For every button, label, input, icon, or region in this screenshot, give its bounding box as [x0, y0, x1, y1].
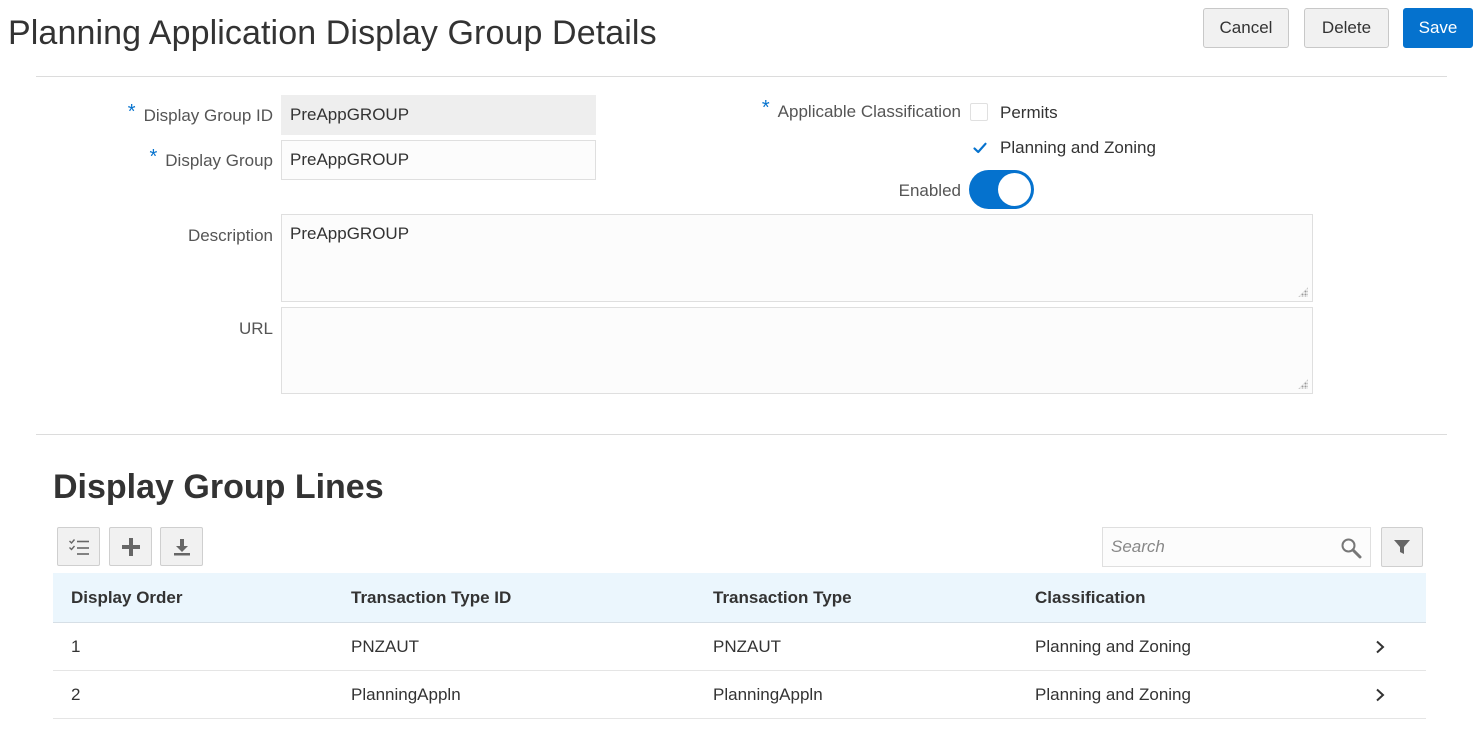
cell-classification: Planning and Zoning: [1035, 685, 1191, 704]
table-row[interactable]: 1 PNZAUT PNZAUT Planning and Zoning: [53, 623, 1426, 671]
add-button[interactable]: [109, 527, 152, 566]
display-group-id-label-text: Display Group ID: [143, 106, 273, 125]
delete-button[interactable]: Delete: [1304, 8, 1389, 48]
toggle-knob: [998, 173, 1031, 206]
cell-classification: Planning and Zoning: [1035, 637, 1191, 656]
filter-icon: [1394, 540, 1410, 554]
save-button[interactable]: Save: [1403, 8, 1473, 48]
cell-transaction-type: PNZAUT: [713, 637, 781, 656]
search-input[interactable]: [1103, 528, 1338, 566]
column-select-button[interactable]: [57, 527, 100, 566]
url-label: URL: [238, 319, 273, 338]
planning-zoning-label: Planning and Zoning: [1000, 138, 1156, 157]
cell-transaction-type: PlanningAppln: [713, 685, 823, 704]
required-marker: *: [761, 97, 770, 119]
chevron-right-icon[interactable]: [1373, 640, 1387, 654]
checkmark-icon: [973, 142, 987, 154]
column-header-display-order[interactable]: Display Order: [71, 573, 183, 623]
download-button[interactable]: [160, 527, 203, 566]
column-select-icon: [68, 538, 89, 555]
display-group-id-field: PreAppGROUP: [281, 95, 596, 135]
applicable-classification-label: * Applicable Classification: [761, 97, 961, 123]
required-marker: *: [149, 146, 158, 168]
permits-checkbox[interactable]: [970, 103, 988, 121]
cell-transaction-type-id: PlanningAppln: [351, 685, 461, 704]
filter-button[interactable]: [1381, 527, 1423, 567]
page-title: Planning Application Display Group Detai…: [8, 14, 657, 52]
cell-display-order: 1: [71, 637, 81, 656]
display-group-label-text: Display Group: [165, 151, 273, 170]
search-box: [1102, 527, 1371, 567]
permits-label: Permits: [1000, 103, 1058, 122]
add-icon: [121, 537, 140, 556]
column-header-transaction-type-id[interactable]: Transaction Type ID: [351, 573, 511, 623]
resize-grip-icon[interactable]: [1298, 287, 1308, 297]
display-group-lines-table: Display Order Transaction Type ID Transa…: [53, 573, 1426, 719]
cancel-button[interactable]: Cancel: [1203, 8, 1289, 48]
search-icon[interactable]: [1340, 537, 1362, 559]
enabled-toggle[interactable]: [969, 170, 1034, 209]
description-textarea[interactable]: PreAppGROUP: [281, 214, 1313, 302]
planning-zoning-checkbox[interactable]: [970, 138, 988, 156]
column-header-classification[interactable]: Classification: [1035, 573, 1146, 623]
url-textarea[interactable]: [281, 307, 1313, 394]
applicable-classification-label-text: Applicable Classification: [777, 102, 961, 121]
description-label: Description: [187, 226, 273, 245]
description-value: PreAppGROUP: [290, 224, 410, 243]
cell-transaction-type-id: PNZAUT: [351, 637, 419, 656]
display-group-id-label: * Display Group ID: [127, 101, 273, 127]
column-header-transaction-type[interactable]: Transaction Type: [713, 573, 852, 623]
header-divider: [36, 76, 1447, 77]
display-group-value: PreAppGROUP: [290, 150, 410, 169]
cell-display-order: 2: [71, 685, 81, 704]
resize-grip-icon[interactable]: [1298, 379, 1308, 389]
section-divider: [36, 434, 1447, 435]
display-group-label: * Display Group: [149, 146, 273, 172]
display-group-input[interactable]: PreAppGROUP: [281, 140, 596, 180]
required-marker: *: [127, 101, 136, 123]
table-header: Display Order Transaction Type ID Transa…: [53, 573, 1426, 623]
table-row[interactable]: 2 PlanningAppln PlanningAppln Planning a…: [53, 671, 1426, 719]
download-icon: [173, 538, 190, 555]
chevron-right-icon[interactable]: [1373, 688, 1387, 702]
display-group-lines-title: Display Group Lines: [53, 468, 384, 506]
display-group-id-value: PreAppGROUP: [290, 105, 410, 124]
enabled-label: Enabled: [898, 181, 961, 200]
